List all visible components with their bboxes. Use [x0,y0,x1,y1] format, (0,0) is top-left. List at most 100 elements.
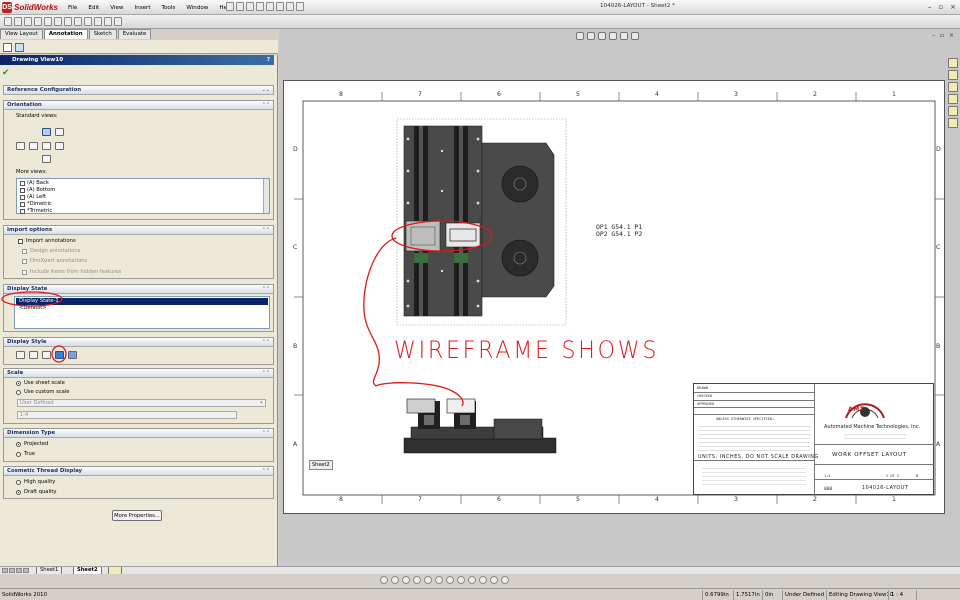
close-icon[interactable]: × [950,3,956,11]
feature-tree-icon[interactable] [3,43,12,52]
drawing-title: WORK OFFSET LAYOUT [832,452,907,458]
note-icon[interactable] [24,17,32,26]
menu-edit[interactable]: Edit [88,5,99,11]
menu-view[interactable]: View [110,5,123,11]
work-offset-note[interactable]: OP1 G54.1 P1 OP2 G54.1 P2 [596,224,642,238]
last-sheet-icon[interactable] [23,568,29,573]
select-icon[interactable] [276,2,284,11]
circle-icon[interactable] [391,576,399,584]
datum-icon[interactable] [84,17,92,26]
restore-icon[interactable]: ▫ [940,32,944,39]
drawn-label: DRAWN [697,386,708,390]
smart-dimension-icon[interactable] [4,17,12,26]
window-controls: – ▫ × [928,3,956,11]
minimize-icon[interactable]: – [928,3,932,11]
display-style-icon[interactable] [609,32,617,40]
feature-manager-tabs [0,40,278,54]
first-sheet-icon[interactable] [2,568,8,573]
tab-sketch[interactable]: Sketch [88,29,117,39]
drawing-size: 000 [824,487,833,492]
menu-tools[interactable]: Tools [162,5,176,11]
trim-icon[interactable] [413,576,421,584]
line-icon[interactable] [380,576,388,584]
approved-label: APPROVED [697,402,715,406]
surface-finish-icon[interactable] [44,17,52,26]
view-palette-icon[interactable] [948,94,958,104]
menu-window[interactable]: Window [186,5,208,11]
arc-icon[interactable] [402,576,410,584]
model-items-icon[interactable] [14,17,22,26]
property-manager-icon[interactable] [15,43,24,52]
layer-icon[interactable] [479,576,487,584]
design-library-icon[interactable] [948,70,958,80]
undo-icon[interactable] [266,2,274,11]
close-icon[interactable]: × [949,32,954,39]
balloon-icon[interactable] [34,17,42,26]
menu-insert[interactable]: Insert [135,5,151,11]
zone-label-side: B [293,343,298,350]
format-icon[interactable] [490,576,498,584]
solidworks-logo[interactable]: DS SolidWorks [2,1,58,14]
appearances-icon[interactable] [948,106,958,116]
restore-icon[interactable]: ▫ [938,3,943,11]
grid-icon[interactable] [457,576,465,584]
next-sheet-icon[interactable] [16,568,22,573]
zone-label-bottom: 6 [497,496,501,503]
menu-file[interactable]: File [68,5,77,11]
tab-evaluate[interactable]: Evaluate [117,29,152,39]
tab-view-layout[interactable]: View Layout [0,29,43,39]
print-icon[interactable] [256,2,264,11]
heads-up-view-toolbar [576,32,639,40]
zone-label-bottom: 5 [576,496,580,503]
property-manager: Drawing View10 ? ✔ Reference Configurati… [0,55,278,566]
geometric-tolerance-icon[interactable] [74,17,82,26]
quick-tips-icon[interactable] [916,590,956,600]
hide-show-items-icon[interactable] [620,32,628,40]
document-title: 104026-LAYOUT - Sheet2 * [600,3,675,9]
zone-label-top: 2 [813,91,817,98]
view-settings-icon[interactable] [631,32,639,40]
annotation-toolbar-icons [4,17,122,26]
relation-icon[interactable] [446,576,454,584]
offset-icon[interactable] [424,576,432,584]
definition-state: Under Defined [782,590,826,600]
mirror-icon[interactable] [435,576,443,584]
tab-annotation[interactable]: Annotation [43,29,88,39]
open-icon[interactable] [236,2,244,11]
table-icon[interactable] [114,17,122,26]
zone-label-top: 4 [655,91,659,98]
cursor-z: 0in [762,590,775,600]
part-op2 [445,222,481,248]
minimize-icon[interactable]: – [932,32,935,39]
file-explorer-icon[interactable] [948,82,958,92]
rebuild-icon[interactable] [286,2,294,11]
resources-icon[interactable] [948,58,958,68]
company-address-block [844,432,906,442]
title-block[interactable]: DRAWN CHECKED APPROVED UNLESS OTHERWISE … [693,383,934,496]
new-icon[interactable] [226,2,234,11]
centerline-icon[interactable] [104,17,112,26]
zoom-to-area-icon[interactable] [587,32,595,40]
sheet-navigation [2,568,29,573]
centermark-icon[interactable] [94,17,102,26]
zone-label-top: 8 [339,91,343,98]
custom-properties-icon[interactable] [948,118,958,128]
prev-sheet-icon[interactable] [9,568,15,573]
color-icon[interactable] [501,576,509,584]
ds-logo-icon: DS [2,2,13,13]
app-name: SolidWorks [14,3,58,12]
weld-symbol-icon[interactable] [54,17,62,26]
zoom-to-fit-icon[interactable] [576,32,584,40]
snap-icon[interactable] [468,576,476,584]
unless-specified-note: UNLESS OTHERWISE SPECIFIED: [716,417,775,421]
hole-callout-icon[interactable] [64,17,72,26]
units-note: UNITS: INCHES, DO NOT SCALE DRAWING [698,455,819,460]
save-icon[interactable] [246,2,254,11]
annotation-markup-left [1,291,67,363]
options-icon[interactable] [296,2,304,11]
sheet-format-label[interactable]: Sheet2 [309,460,333,470]
sheet-scale[interactable]: 1 : 4 [888,590,905,600]
cursor-x: 0.6799in [702,590,731,600]
previous-view-icon[interactable] [598,32,606,40]
command-manager-tabs: View Layout Annotation Sketch Evaluate [0,29,278,39]
